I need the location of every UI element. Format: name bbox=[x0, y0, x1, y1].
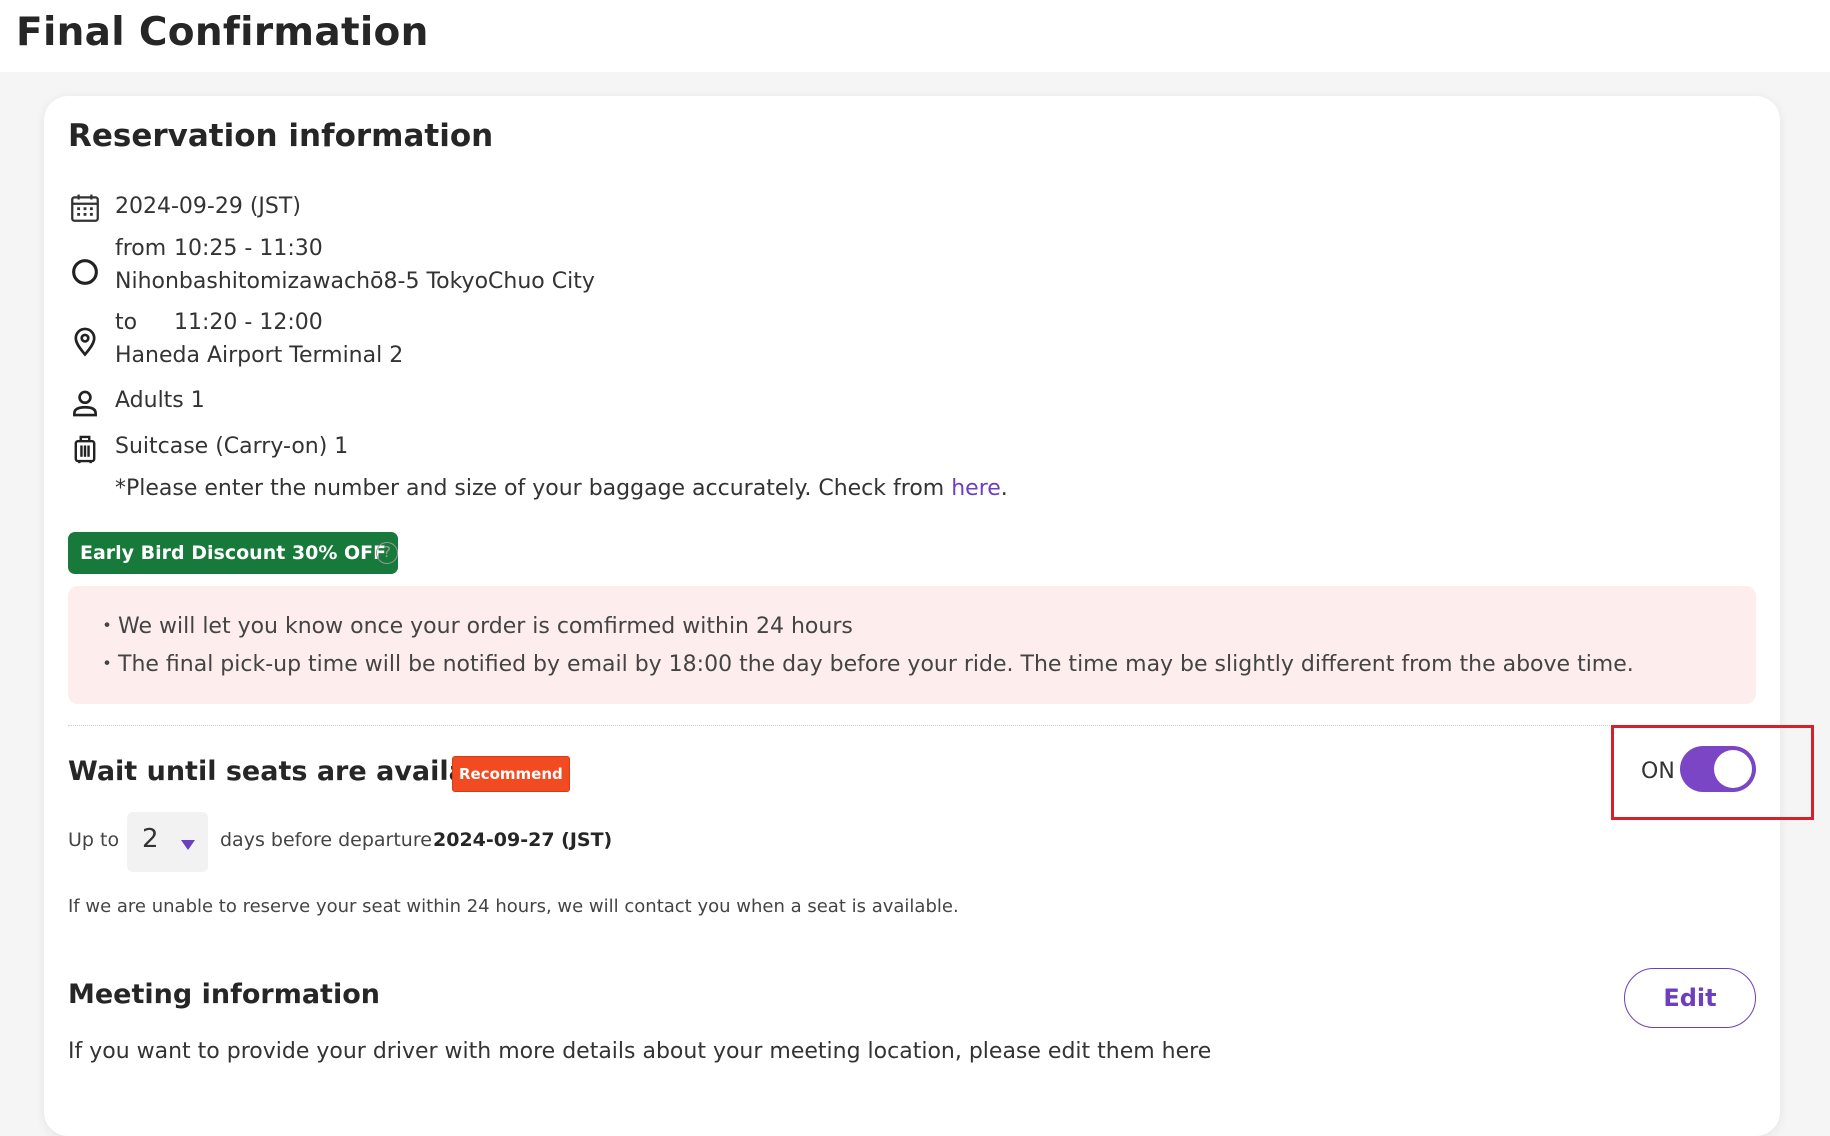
to-address: Haneda Airport Terminal 2 bbox=[115, 343, 404, 368]
person-icon bbox=[68, 386, 102, 420]
from-label: from bbox=[115, 236, 167, 261]
baggage-note: *Please enter the number and size of you… bbox=[115, 476, 1008, 501]
up-to-label: Up to bbox=[68, 829, 120, 851]
location-pin-icon bbox=[68, 324, 102, 358]
page-header: Final Confirmation bbox=[0, 0, 1830, 72]
reservation-card: Reservation information 2024-09-29 (JST)… bbox=[44, 96, 1780, 1136]
days-select[interactable]: 2 bbox=[127, 812, 208, 872]
calendar-icon bbox=[68, 191, 102, 225]
discount-badge: Early Bird Discount 30% OFF bbox=[68, 532, 399, 574]
reservation-date: 2024-09-29 (JST) bbox=[115, 194, 301, 219]
meeting-section-title: Meeting information bbox=[68, 979, 380, 1010]
notice-line: ・The final pick-up time will be notified… bbox=[96, 652, 1634, 677]
from-address: Nihonbashitomizawachō8-5 TokyoChuo City bbox=[115, 269, 595, 294]
reservation-section-title: Reservation information bbox=[68, 118, 494, 154]
to-time: 11:20 - 12:00 bbox=[174, 310, 323, 335]
meeting-description: If you want to provide your driver with … bbox=[68, 1039, 1212, 1064]
recommend-badge: Recommend bbox=[452, 756, 570, 792]
page-title: Final Confirmation bbox=[16, 10, 429, 55]
deadline-date: 2024-09-27 (JST) bbox=[433, 829, 613, 851]
notice-box: ・We will let you know once your order is… bbox=[68, 586, 1756, 704]
baggage-check-link[interactable]: here bbox=[951, 476, 1001, 501]
section-divider bbox=[68, 725, 1756, 726]
toggle-knob bbox=[1714, 750, 1752, 788]
notice-line: ・We will let you know once your order is… bbox=[96, 614, 853, 639]
passengers: Adults 1 bbox=[115, 388, 205, 413]
luggage-icon bbox=[68, 432, 102, 466]
days-select-value: 2 bbox=[142, 824, 159, 854]
baggage-note-text: *Please enter the number and size of you… bbox=[115, 476, 952, 501]
days-before-label: days before departure bbox=[220, 829, 432, 851]
edit-meeting-button[interactable]: Edit bbox=[1624, 968, 1756, 1028]
baggage: Suitcase (Carry-on) 1 bbox=[115, 434, 349, 459]
to-label: to bbox=[115, 310, 138, 335]
circle-origin-icon bbox=[68, 255, 102, 289]
wait-seats-title: Wait until seats are available bbox=[68, 756, 514, 787]
chevron-down-icon bbox=[181, 840, 195, 850]
help-icon[interactable]: ? bbox=[376, 542, 398, 564]
baggage-note-end: . bbox=[1000, 476, 1008, 501]
wait-seats-toggle[interactable] bbox=[1680, 746, 1756, 792]
toggle-state-label: ON bbox=[1641, 759, 1675, 784]
wait-seats-note: If we are unable to reserve your seat wi… bbox=[68, 896, 959, 917]
from-time: 10:25 - 11:30 bbox=[174, 236, 323, 261]
